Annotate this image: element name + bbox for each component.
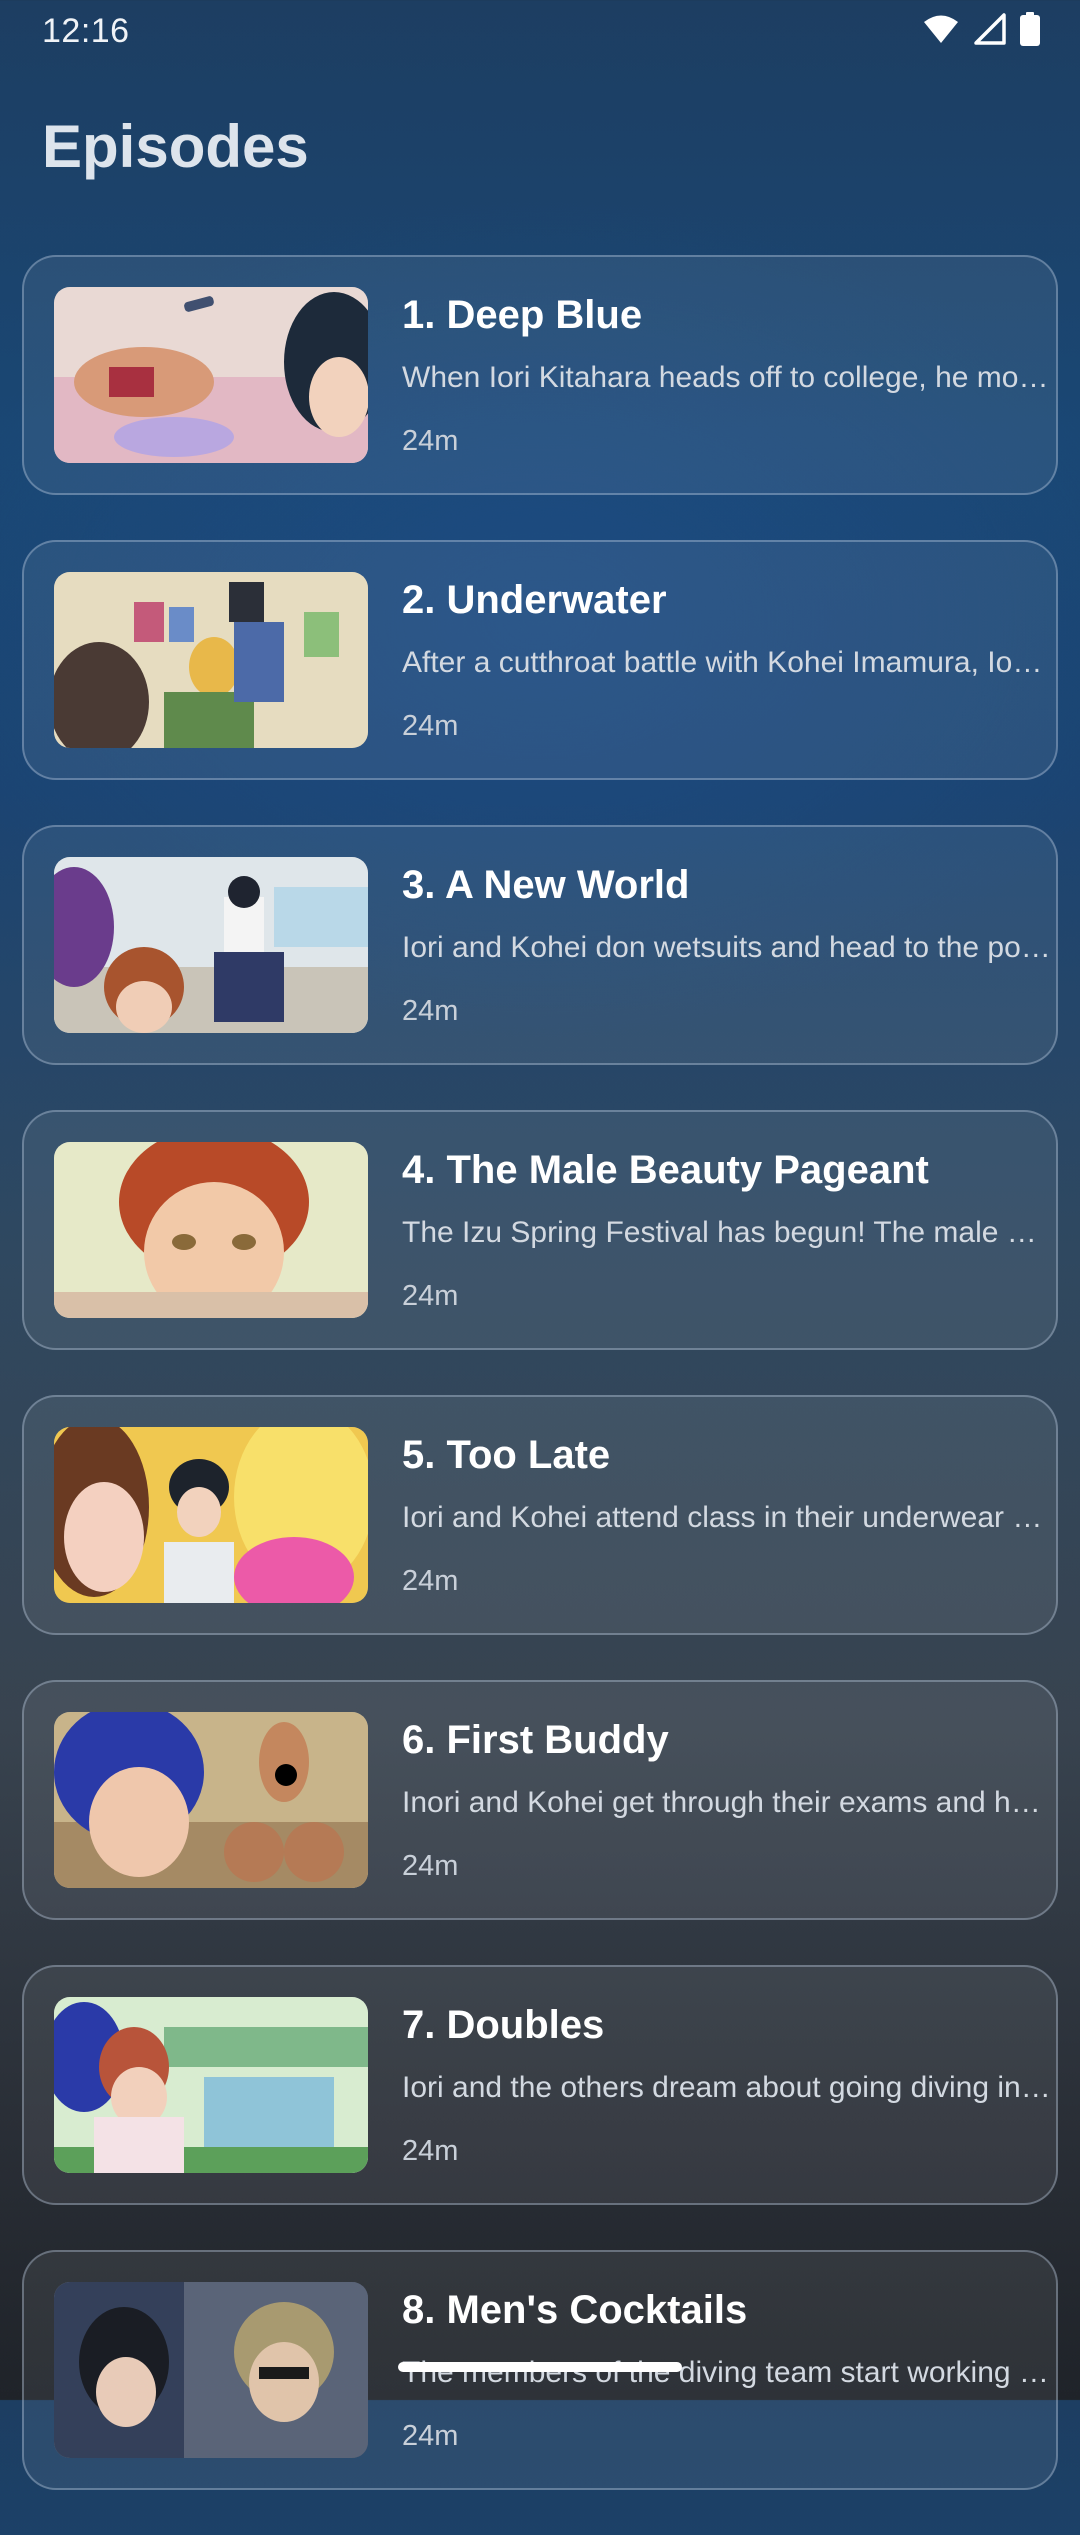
episode-title: 2. Underwater xyxy=(402,578,667,622)
episode-description: Iori and Kohei don wetsuits and head to … xyxy=(402,931,1052,964)
status-bar: 12:16 xyxy=(0,0,1080,64)
episode-card[interactable]: 3. A New World Iori and Kohei don wetsui… xyxy=(22,825,1058,1065)
episode-thumbnail xyxy=(54,287,368,463)
episode-description: When Iori Kitahara heads off to college,… xyxy=(402,361,1052,394)
episode-card[interactable]: 1. Deep Blue When Iori Kitahara heads of… xyxy=(22,255,1058,495)
episode-card[interactable]: 4. The Male Beauty Pageant The Izu Sprin… xyxy=(22,1110,1058,1350)
battery-icon xyxy=(1020,11,1040,51)
wifi-icon xyxy=(922,13,960,50)
episode-thumbnail xyxy=(54,572,368,748)
episode-description: Iori and Kohei attend class in their und… xyxy=(402,1501,1052,1534)
episode-title: 8. Men's Cocktails xyxy=(402,2288,748,2332)
episode-list: 1. Deep Blue When Iori Kitahara heads of… xyxy=(22,255,1058,2535)
episode-description: Inori and Kohei get through their exams … xyxy=(402,1786,1052,1819)
episode-card[interactable]: 2. Underwater After a cutthroat battle w… xyxy=(22,540,1058,780)
page-title: Episodes xyxy=(42,113,309,180)
episode-thumbnail xyxy=(54,2282,368,2458)
episode-description: The Izu Spring Festival has begun! The m… xyxy=(402,1216,1052,1249)
episode-duration: 24m xyxy=(402,2135,459,2167)
episode-duration: 24m xyxy=(402,1280,459,1312)
episode-card[interactable]: 5. Too Late Iori and Kohei attend class … xyxy=(22,1395,1058,1635)
episode-title: 5. Too Late xyxy=(402,1433,611,1477)
episode-thumbnail xyxy=(54,1712,368,1888)
episode-description: After a cutthroat battle with Kohei Imam… xyxy=(402,646,1052,679)
episode-duration: 24m xyxy=(402,425,459,457)
episode-title: 6. First Buddy xyxy=(402,1718,669,1762)
signal-icon xyxy=(974,12,1006,50)
episode-card[interactable]: 6. First Buddy Inori and Kohei get throu… xyxy=(22,1680,1058,1920)
status-icons xyxy=(922,11,1040,51)
episode-thumbnail xyxy=(54,1142,368,1318)
gesture-navigation-handle[interactable] xyxy=(398,2362,682,2372)
episode-title: 7. Doubles xyxy=(402,2003,605,2047)
episode-duration: 24m xyxy=(402,710,459,742)
status-time: 12:16 xyxy=(42,12,130,50)
episode-duration: 24m xyxy=(402,1850,459,1882)
episode-thumbnail xyxy=(54,1427,368,1603)
episode-description: Iori and the others dream about going di… xyxy=(402,2071,1052,2104)
episode-title: 4. The Male Beauty Pageant xyxy=(402,1148,929,1192)
episode-duration: 24m xyxy=(402,2420,459,2452)
episode-thumbnail xyxy=(54,1997,368,2173)
episode-title: 1. Deep Blue xyxy=(402,293,643,337)
episode-title: 3. A New World xyxy=(402,863,690,907)
episode-duration: 24m xyxy=(402,1565,459,1597)
episode-card[interactable]: 7. Doubles Iori and the others dream abo… xyxy=(22,1965,1058,2205)
episode-duration: 24m xyxy=(402,995,459,1027)
episode-thumbnail xyxy=(54,857,368,1033)
